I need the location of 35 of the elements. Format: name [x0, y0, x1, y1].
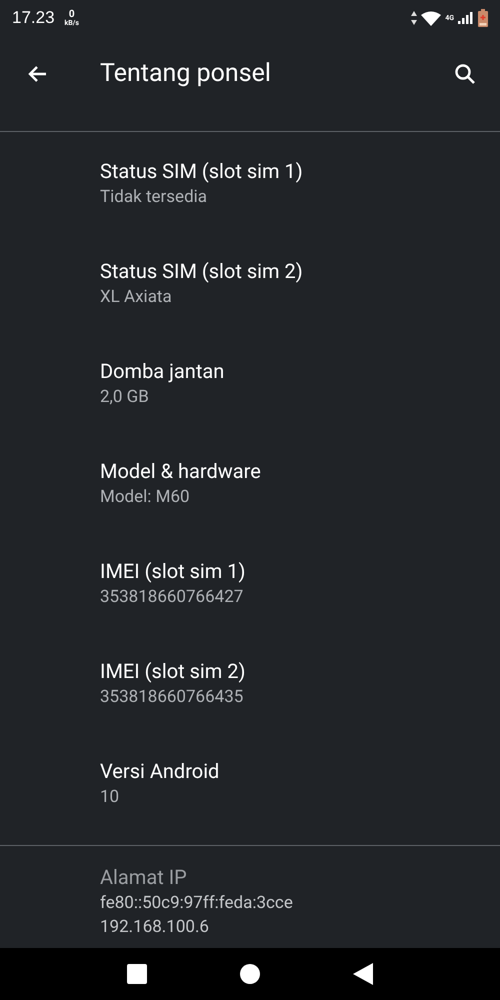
setting-item[interactable]: Domba jantan 2,0 GB: [0, 345, 500, 445]
data-arrows-icon: [411, 11, 418, 25]
page-title: Tentang ponsel: [100, 58, 271, 90]
setting-item[interactable]: IMEI (slot sim 1) 353818660766427: [0, 545, 500, 645]
wifi-icon: [421, 10, 442, 26]
setting-value: XL Axiata: [100, 286, 173, 308]
setting-item[interactable]: IMEI (slot sim 2) 353818660766435: [0, 645, 500, 745]
setting-title: Alamat IP: [100, 864, 188, 890]
triangle-icon: [353, 963, 374, 985]
clock: 17.23: [12, 7, 55, 30]
setting-item[interactable]: Status SIM (slot sim 1) Tidak tersedia: [0, 145, 500, 245]
setting-value: Model: M60: [100, 486, 191, 508]
setting-title: IMEI (slot sim 2): [100, 658, 246, 684]
setting-title: Versi Android: [100, 758, 220, 784]
setting-value: fe80::50c9:97ff:feda:3cce: [100, 892, 294, 914]
setting-item[interactable]: Model & hardware Model: M60: [0, 445, 500, 545]
square-icon: [126, 964, 147, 984]
search-icon: [453, 62, 477, 86]
setting-title: IMEI (slot sim 1): [100, 558, 246, 584]
setting-value: 10: [100, 786, 120, 808]
setting-value: Tidak tersedia: [100, 186, 208, 208]
setting-title: Status SIM (slot sim 2): [100, 258, 304, 284]
battery-icon: [478, 9, 488, 27]
signal-icon: [458, 12, 474, 24]
setting-title: Domba jantan: [100, 358, 226, 384]
setting-value: 2,0 GB: [100, 386, 150, 408]
setting-title: Model & hardware: [100, 458, 262, 484]
setting-value: 353818660766427: [100, 586, 244, 608]
setting-value: 192.168.100.6: [100, 916, 210, 938]
speed-value: 0: [68, 10, 75, 20]
setting-item[interactable]: Versi Android 10: [0, 745, 500, 845]
setting-item[interactable]: Status SIM (slot sim 2) XL Axiata: [0, 245, 500, 345]
setting-value: 353818660766435: [100, 686, 244, 708]
circle-icon: [240, 964, 260, 984]
setting-title: Status SIM (slot sim 1): [100, 158, 304, 184]
